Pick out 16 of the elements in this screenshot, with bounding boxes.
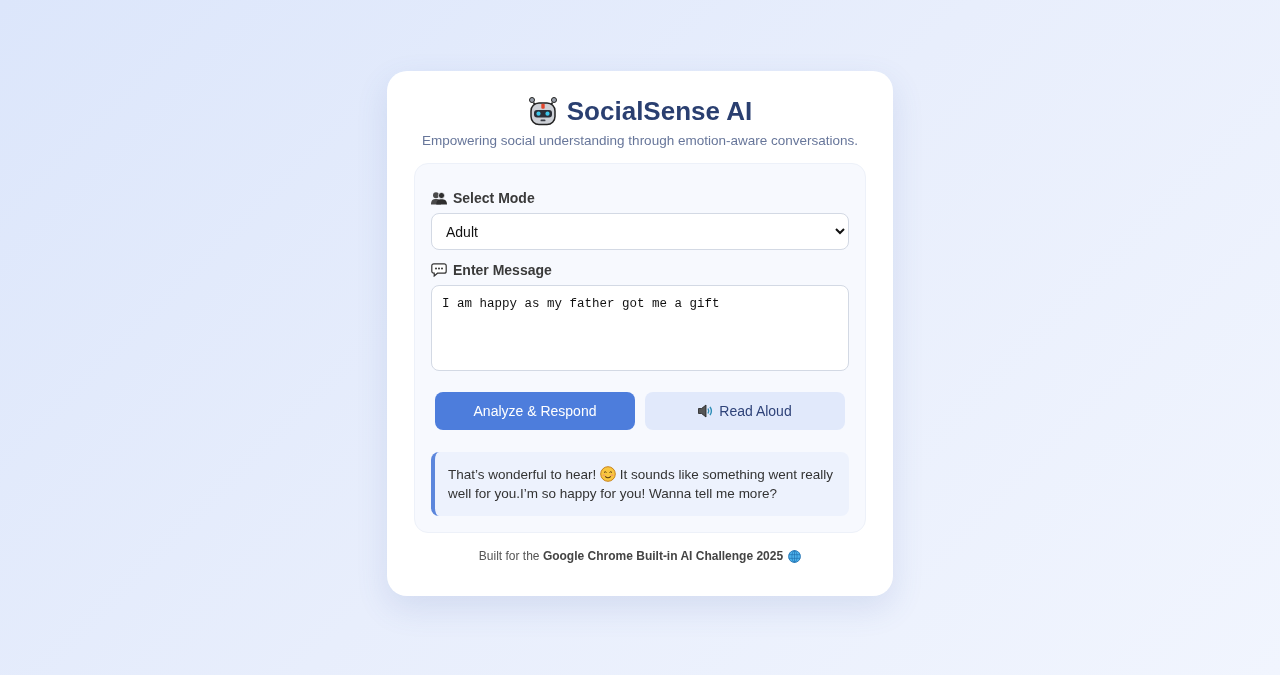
- field-label: Enter Message: [453, 262, 552, 278]
- response-text: That’s wonderful to hear! It sounds like something went really well for you.I’m so happy for you! Wanna tell me more?: [448, 465, 833, 503]
- read-aloud-button[interactable]: Read Aloud: [645, 392, 845, 430]
- people-icon: [431, 191, 447, 205]
- smiley-icon: [600, 466, 617, 482]
- speech-bubble-icon: [431, 263, 447, 277]
- field-label: Select Mode: [453, 190, 535, 206]
- app-subtitle: Empowering social understanding through emotion-aware conversations.: [421, 132, 859, 150]
- robot-icon: [527, 96, 558, 126]
- analyze-button[interactable]: Analyze & Respond: [435, 392, 635, 430]
- globe-icon: [788, 549, 802, 563]
- app-title: SocialSense AI: [566, 96, 753, 126]
- message-field[interactable]: I am happy as my father got me a gift: [431, 285, 849, 371]
- speaker-icon: [698, 404, 715, 418]
- footer-text: Built for the Google Chrome Built-in AI Challenge 2025: [478, 548, 784, 564]
- mode-select[interactable]: Adult: [431, 213, 849, 250]
